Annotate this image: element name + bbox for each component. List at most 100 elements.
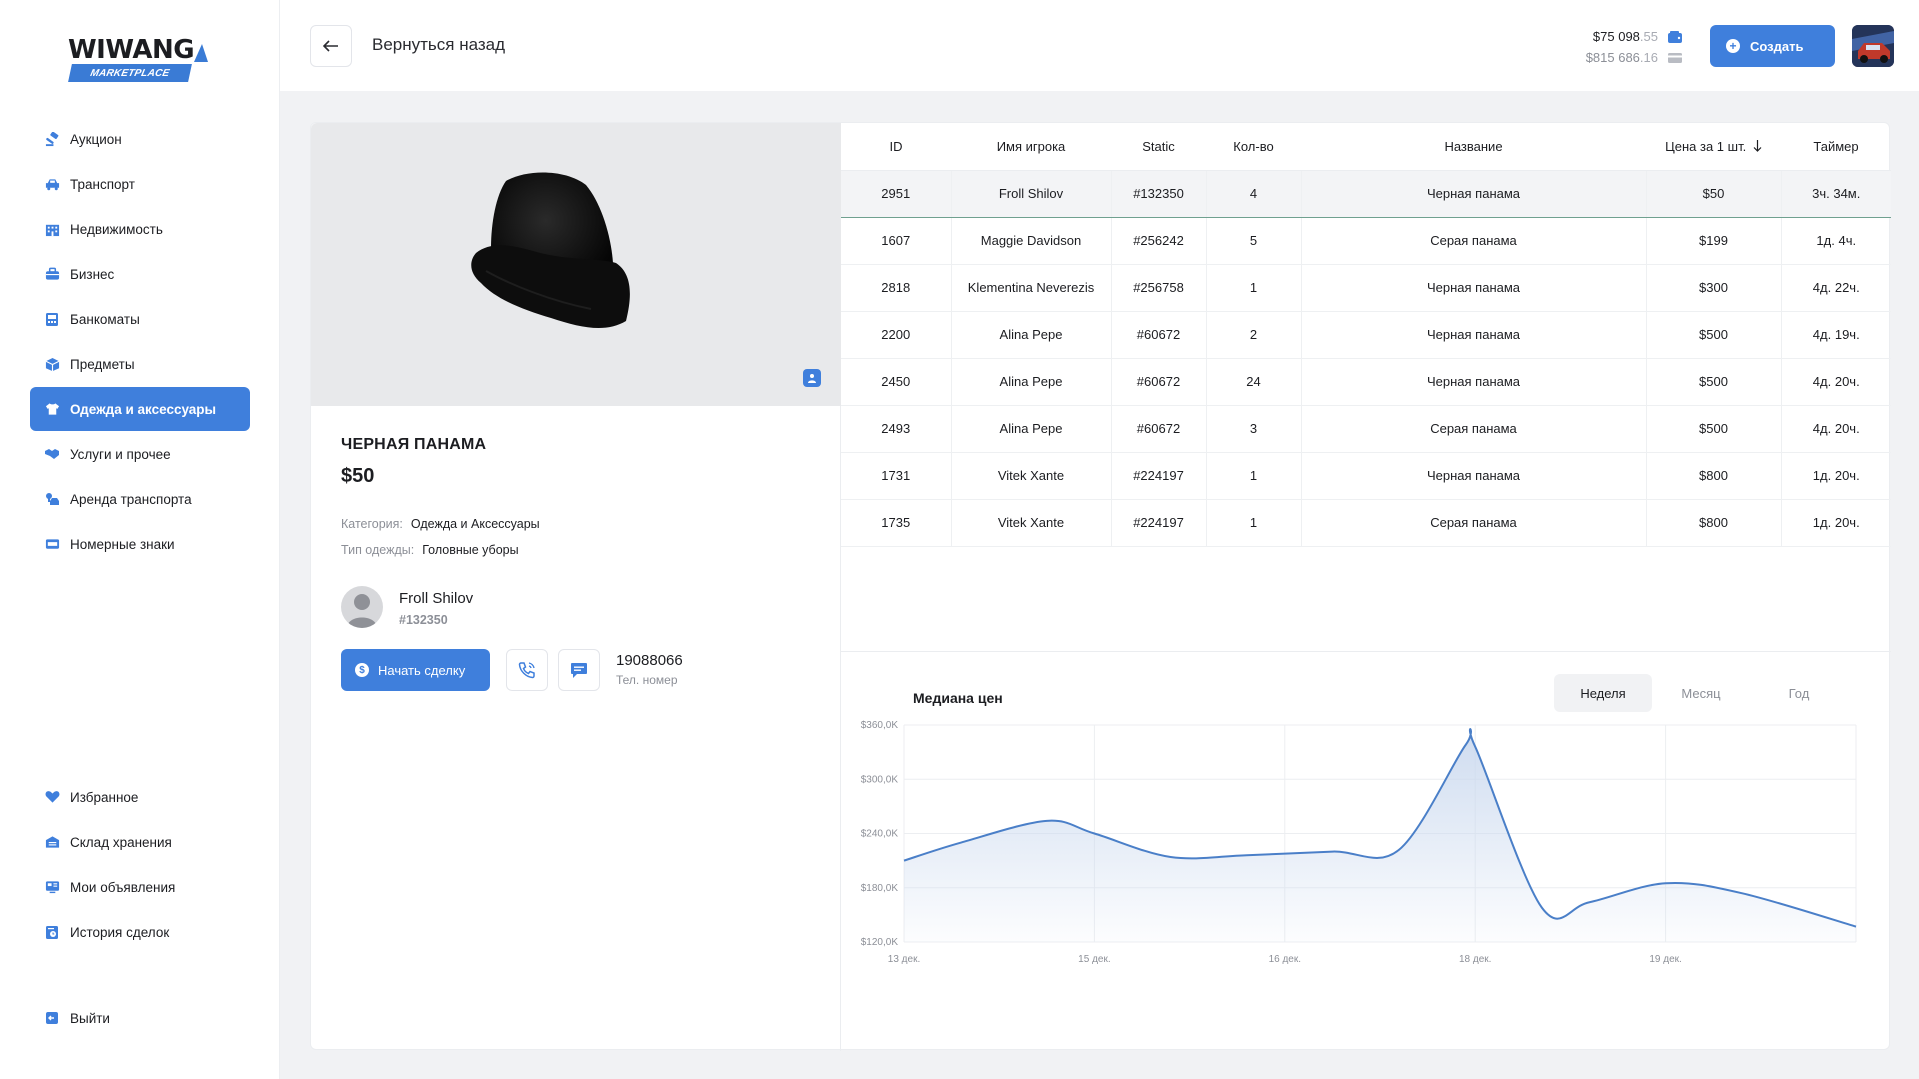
- bank-balance-value: $815 686: [1585, 50, 1640, 65]
- cell-static: #256242: [1111, 217, 1207, 265]
- warehouse-icon: [44, 834, 60, 850]
- logout-icon: [44, 1010, 60, 1026]
- table-row[interactable]: 2493 Alina Pepe #60672 3 Серая панама $500 4д.…: [841, 405, 1891, 453]
- table-row[interactable]: 1731 Vitek Xante #224197 1 Черная панама $800…: [841, 452, 1891, 500]
- message-button[interactable]: [558, 649, 600, 691]
- sidebar-nav: Аукцион Транспорт Недвижимость Бизнес Ба…: [30, 117, 250, 567]
- table-row[interactable]: 2200 Alina Pepe #60672 2 Черная панама $500 4д…: [841, 311, 1891, 359]
- col-header-static[interactable]: Static: [1111, 123, 1206, 171]
- cell-qty: 1: [1206, 264, 1302, 312]
- briefcase-icon: [44, 266, 60, 282]
- cell-id: 1735: [841, 499, 952, 547]
- cell-name: Черная панама: [1301, 311, 1647, 359]
- cell-static: #60672: [1111, 405, 1207, 453]
- sidebar-item-history[interactable]: История сделок: [30, 910, 250, 954]
- logo[interactable]: WIWANG MARKETPLACE: [68, 36, 218, 86]
- sidebar-item-favorites[interactable]: Избранное: [30, 775, 250, 819]
- offers-table: ID Имя игрока Static Кол-во Название Цен…: [841, 123, 1891, 547]
- seller-avatar[interactable]: [341, 586, 383, 628]
- car-key-icon: [44, 491, 60, 507]
- cell-qty: 1: [1206, 452, 1302, 500]
- sidebar-item-services[interactable]: Услуги и прочее: [30, 432, 250, 476]
- balances: $75 098.55 $815 686.16: [1582, 26, 1682, 68]
- x-tick-label: 13 дек.: [888, 954, 920, 965]
- cell-timer: 1д. 4ч.: [1781, 217, 1891, 265]
- type-key: Тип одежды:: [341, 543, 415, 557]
- cell-player: Alina Pepe: [951, 358, 1112, 406]
- table-row[interactable]: 2951 Froll Shilov #132350 4 Черная панама $50…: [841, 170, 1891, 218]
- sidebar-item-clothes[interactable]: Одежда и аксессуары: [30, 387, 250, 431]
- cell-player: Alina Pepe: [951, 311, 1112, 359]
- tab-week[interactable]: Неделя: [1554, 674, 1652, 712]
- cell-price: $800: [1646, 452, 1782, 500]
- y-tick-label: $360,0K: [861, 720, 899, 731]
- start-deal-button[interactable]: $ Начать сделку: [341, 649, 490, 691]
- cell-price: $500: [1646, 311, 1782, 359]
- seller-name[interactable]: Froll Shilov: [399, 590, 473, 607]
- bank-balance: $815 686.16: [1582, 47, 1682, 68]
- plate-icon: [44, 536, 60, 552]
- call-button[interactable]: [506, 649, 548, 691]
- sidebar-item-warehouse[interactable]: Склад хранения: [30, 820, 250, 864]
- sidebar-item-label: Склад хранения: [70, 834, 172, 850]
- cell-timer: 4д. 20ч.: [1781, 358, 1891, 406]
- cell-name: Серая панама: [1301, 405, 1647, 453]
- col-header-name[interactable]: Название: [1301, 123, 1646, 171]
- sidebar-item-auction[interactable]: Аукцион: [30, 117, 250, 161]
- cell-player: Froll Shilov: [951, 170, 1112, 218]
- sidebar-item-label: Услуги и прочее: [70, 446, 171, 462]
- chart-title: Медиана цен: [913, 690, 1003, 706]
- col-header-player[interactable]: Имя игрока: [951, 123, 1111, 171]
- col-header-price-label: Цена за 1 шт.: [1665, 138, 1747, 154]
- cell-qty: 24: [1206, 358, 1302, 406]
- area-fill: [904, 729, 1856, 942]
- sidebar-item-transport[interactable]: Транспорт: [30, 162, 250, 206]
- tab-month[interactable]: Месяц: [1652, 674, 1750, 712]
- cell-qty: 5: [1206, 217, 1302, 265]
- table-row[interactable]: 2818 Klementina Neverezis #256758 1 Черная п…: [841, 264, 1891, 312]
- sidebar-item-plates[interactable]: Номерные знаки: [30, 522, 250, 566]
- owner-badge-icon[interactable]: [803, 369, 821, 387]
- col-header-timer[interactable]: Таймер: [1781, 123, 1891, 171]
- listings-icon: [44, 879, 60, 895]
- cell-player: Vitek Xante: [951, 452, 1112, 500]
- dollar-icon: $: [355, 663, 369, 677]
- table-header-row: ID Имя игрока Static Кол-во Название Цен…: [841, 123, 1891, 171]
- user-avatar[interactable]: [1852, 25, 1894, 67]
- sidebar-item-my-listings[interactable]: Мои объявления: [30, 865, 250, 909]
- create-button[interactable]: + Создать: [1710, 25, 1835, 67]
- cell-timer: 1д. 20ч.: [1781, 452, 1891, 500]
- atm-icon: [44, 311, 60, 327]
- y-tick-label: $240,0K: [861, 829, 899, 840]
- bucket-hat-image: [471, 172, 630, 329]
- sidebar-item-business[interactable]: Бизнес: [30, 252, 250, 296]
- y-tick-label: $180,0K: [861, 883, 899, 894]
- phone-label: Тел. номер: [616, 673, 678, 687]
- sidebar-item-label: Транспорт: [70, 176, 135, 192]
- sidebar-item-label: История сделок: [70, 924, 170, 940]
- phone-number: 19088066: [616, 652, 683, 669]
- sidebar-item-atm[interactable]: Банкоматы: [30, 297, 250, 341]
- cell-static: #224197: [1111, 499, 1207, 547]
- sidebar-item-items[interactable]: Предметы: [30, 342, 250, 386]
- cell-price: $500: [1646, 405, 1782, 453]
- sidebar-item-realty[interactable]: Недвижимость: [30, 207, 250, 251]
- sidebar-item-label: Номерные знаки: [70, 536, 175, 552]
- table-row[interactable]: 1607 Maggie Davidson #256242 5 Серая панама $…: [841, 217, 1891, 265]
- col-header-qty[interactable]: Кол-во: [1206, 123, 1301, 171]
- table-row[interactable]: 2450 Alina Pepe #60672 24 Черная панама $500 4…: [841, 358, 1891, 406]
- clothes-icon: [44, 401, 60, 417]
- back-label[interactable]: Вернуться назад: [372, 35, 505, 55]
- cash-balance-decimals: .55: [1639, 29, 1658, 44]
- price-median-chart: $360,0K $300,0K $240,0K $180,0K $120,0K 13 де…: [841, 651, 1891, 1051]
- cell-static: #224197: [1111, 452, 1207, 500]
- back-button[interactable]: [310, 25, 352, 67]
- col-header-price[interactable]: Цена за 1 шт.: [1646, 123, 1781, 171]
- arrow-left-icon: [323, 40, 338, 52]
- table-row[interactable]: 1735 Vitek Xante #224197 1 Серая панама $800 1…: [841, 499, 1891, 547]
- cell-timer: 4д. 22ч.: [1781, 264, 1891, 312]
- sidebar-item-rent[interactable]: Аренда транспорта: [30, 477, 250, 521]
- logout-button[interactable]: Выйти: [30, 996, 250, 1040]
- col-header-id[interactable]: ID: [841, 123, 951, 171]
- tab-year[interactable]: Год: [1750, 674, 1848, 712]
